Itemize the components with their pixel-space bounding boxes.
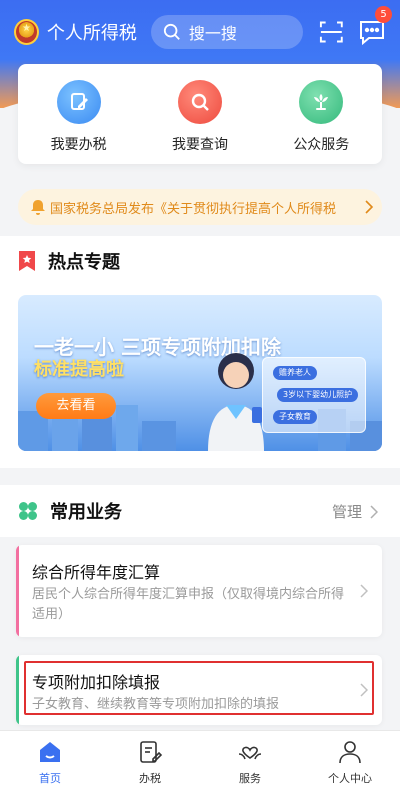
chevron-right-icon (364, 199, 374, 215)
quick-action-tax[interactable]: 我要办税 (24, 80, 134, 154)
manage-button[interactable]: 管理 (332, 501, 378, 522)
search-icon (163, 23, 180, 40)
tab-label: 服务 (239, 772, 261, 785)
notice-text: 国家税务总局发布《关于贯彻执行提高个人所得税 (50, 201, 337, 217)
pen-icon (56, 80, 101, 124)
banner-go-button[interactable]: 去看看 (36, 393, 116, 419)
chevron-right-icon (360, 584, 368, 598)
scan-icon[interactable] (319, 19, 344, 45)
heart-hands-icon (238, 746, 262, 760)
quick-action-label: 我要办税 (50, 137, 107, 153)
top-header: 个人所得税 搜一搜 5 (0, 0, 400, 64)
service-card-annual-settlement[interactable]: 综合所得年度汇算 居民个人综合所得年度汇算申报（仅取得境内综合所得适用） (16, 545, 382, 637)
search-placeholder: 搜一搜 (188, 24, 237, 43)
home-icon (40, 742, 60, 762)
common-services-section: 常用业务 管理 综合所得年度汇算 居民个人综合所得年度汇算申报（仅取得境内综合所… (0, 485, 400, 730)
quick-action-label: 我要查询 (171, 137, 228, 153)
clover-icon (19, 502, 37, 520)
message-count-badge: 5 (375, 6, 392, 23)
service-description: 居民个人综合所得年度汇算申报（仅取得境内综合所得适用） (32, 587, 345, 622)
quick-action-query[interactable]: 我要查询 (145, 80, 255, 154)
card-accent-stripe (16, 655, 19, 725)
bookmark-star-icon (19, 251, 35, 271)
tax-emblem-logo (14, 19, 39, 45)
flower-icon (299, 80, 344, 124)
tab-home[interactable]: 首页 (0, 731, 100, 792)
tab-service[interactable]: 服务 (200, 731, 300, 792)
quick-action-label: 公众服务 (293, 137, 350, 153)
tab-label: 办税 (139, 772, 161, 785)
hot-topics-section: 热点专题 一老一小 三项专项附加扣除 标准提高啦 去看看 赡养老人 3岁以下婴幼… (0, 236, 400, 468)
document-pen-icon (140, 741, 163, 763)
tab-tax[interactable]: 办税 (100, 731, 200, 792)
deduction-tags-card: 赡养老人 3岁以下婴幼儿照护 子女教育 (262, 357, 366, 433)
tab-label: 个人中心 (328, 772, 372, 785)
user-icon (339, 741, 361, 764)
notice-bar[interactable]: 国家税务总局发布《关于贯彻执行提高个人所得税 (18, 189, 382, 225)
service-title: 综合所得年度汇算 (32, 563, 161, 582)
message-button[interactable]: 5 (358, 6, 392, 46)
card-accent-stripe (16, 545, 19, 637)
manage-label: 管理 (331, 503, 362, 521)
hot-topics-title: 热点专题 (48, 252, 120, 273)
app-title: 个人所得税 (46, 23, 137, 44)
tab-profile[interactable]: 个人中心 (300, 731, 400, 792)
quick-actions-card: 我要办税 我要查询 公众服务 (18, 64, 382, 164)
common-services-header: 常用业务 管理 (0, 485, 400, 537)
search-bar[interactable]: 搜一搜 (150, 15, 304, 49)
hot-topic-banner[interactable]: 一老一小 三项专项附加扣除 标准提高啦 去看看 赡养老人 3岁以下婴幼儿照护 子… (18, 295, 382, 451)
search-icon (177, 80, 222, 124)
tag-infant-care: 3岁以下婴幼儿照护 (277, 388, 359, 402)
bell-icon (31, 200, 45, 215)
quick-action-public-service[interactable]: 公众服务 (266, 80, 376, 154)
chevron-right-icon (370, 504, 378, 519)
banner-subtitle: 标准提高啦 (34, 359, 124, 380)
tab-label: 首页 (39, 772, 61, 785)
bottom-tab-bar: 首页 办税 服务 个人中心 (0, 730, 400, 792)
hot-topics-header: 热点专题 (0, 236, 400, 286)
selection-highlight (24, 661, 374, 715)
common-services-title: 常用业务 (50, 502, 122, 523)
tag-child-education: 子女教育 (273, 410, 317, 424)
tag-elderly: 赡养老人 (273, 366, 317, 380)
